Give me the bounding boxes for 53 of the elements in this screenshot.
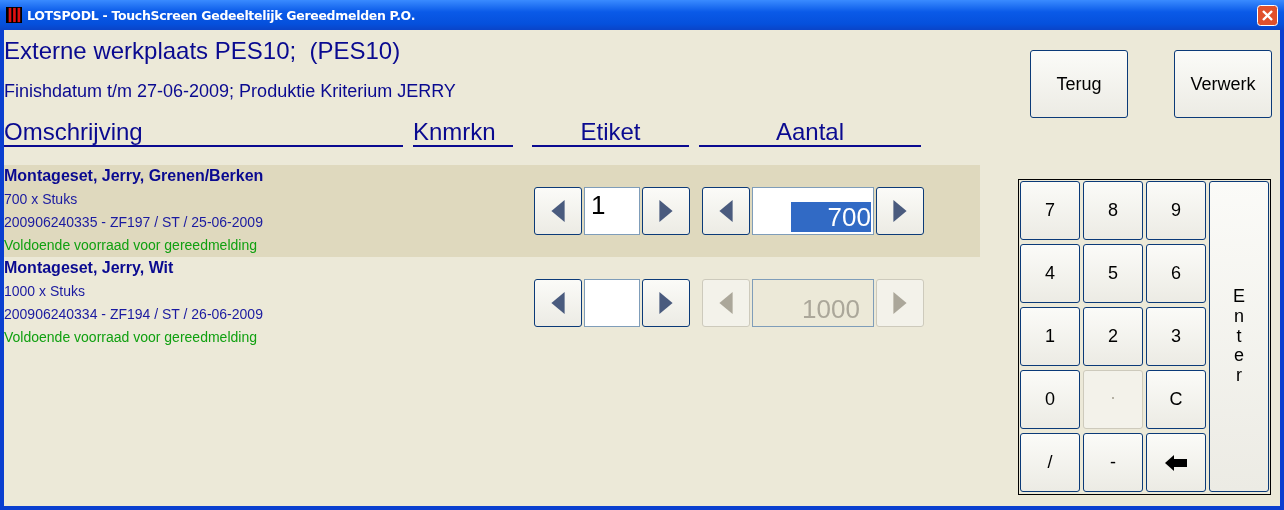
column-header[interactable]: Knmrkn (413, 119, 513, 147)
right-triangle-icon (659, 200, 673, 222)
keypad-key[interactable]: 6 (1146, 244, 1206, 303)
left-triangle-icon (719, 292, 733, 314)
increase-button[interactable] (642, 279, 690, 327)
back-button[interactable]: Terug (1030, 50, 1128, 118)
keypad-key[interactable]: 8 (1083, 181, 1143, 240)
keypad-key[interactable]: - (1083, 433, 1143, 492)
number-field[interactable] (584, 279, 640, 327)
decrease-button[interactable] (702, 187, 750, 235)
right-triangle-icon (893, 200, 907, 222)
column-header[interactable]: Omschrijving (4, 119, 403, 147)
keypad-key[interactable]: 1 (1020, 307, 1080, 366)
number-field[interactable]: 700 (752, 187, 874, 235)
item-name: Montageset, Jerry, Grenen/Berken (4, 167, 265, 186)
increase-button[interactable] (642, 187, 690, 235)
keypad-key[interactable]: C (1146, 370, 1206, 429)
keypad-key[interactable]: 4 (1020, 244, 1080, 303)
number-field[interactable]: 1 (584, 187, 640, 235)
left-arrow-icon (1165, 454, 1187, 471)
page-title: Externe werkplaats PES10; (PES10) (4, 37, 402, 66)
keypad-key[interactable]: 7 (1020, 181, 1080, 240)
column-header[interactable]: Etiket (532, 119, 689, 147)
keypad-key[interactable]: 2 (1083, 307, 1143, 366)
process-button[interactable]: Verwerk (1174, 50, 1272, 118)
left-triangle-icon (551, 200, 565, 222)
enter-key[interactable]: Enter (1209, 181, 1269, 492)
keypad-key[interactable]: 9 (1146, 181, 1206, 240)
keypad-key[interactable]: / (1020, 433, 1080, 492)
app-icon (6, 6, 22, 24)
right-triangle-icon (659, 292, 673, 314)
item-name: Montageset, Jerry, Wit (4, 259, 175, 278)
stock-status: Voldoende voorraad voor gereedmelding (4, 328, 258, 347)
close-icon[interactable] (1257, 4, 1278, 26)
decrease-button[interactable] (534, 279, 582, 327)
column-header[interactable]: Aantal (699, 119, 921, 147)
item-reference: 200906240335 - ZF197 / ST / 25-06-2009 (4, 213, 264, 232)
keypad-key[interactable]: 3 (1146, 307, 1206, 366)
left-triangle-icon (719, 200, 733, 222)
left-triangle-icon (551, 292, 565, 314)
backspace-key[interactable] (1146, 433, 1206, 492)
keypad-key[interactable]: 5 (1083, 244, 1143, 303)
list-row[interactable]: Montageset, Jerry, Grenen/Berken 700 x Stuks 200906240335 - ZF197 / ST / 25-06-2009 Voldoende voorraad voor gereedmelding 1 700 (4, 165, 980, 257)
item-reference: 200906240334 - ZF194 / ST / 26-06-2009 (4, 305, 264, 324)
stock-status: Voldoende voorraad voor gereedmelding (4, 236, 258, 255)
item-quantity: 1000 x Stuks (4, 282, 86, 301)
increase-button[interactable] (876, 187, 924, 235)
right-triangle-icon (893, 292, 907, 314)
window-title: LOTSPODL - TouchScreen Gedeeltelijk Gereedmelden P.O. (27, 7, 417, 23)
item-quantity: 700 x Stuks (4, 190, 79, 209)
page-subtitle: Finishdatum t/m 27-06-2009; Produktie Kriterium JERRY (4, 81, 457, 103)
decrease-button[interactable] (534, 187, 582, 235)
keypad-key[interactable]: 0 (1020, 370, 1080, 429)
